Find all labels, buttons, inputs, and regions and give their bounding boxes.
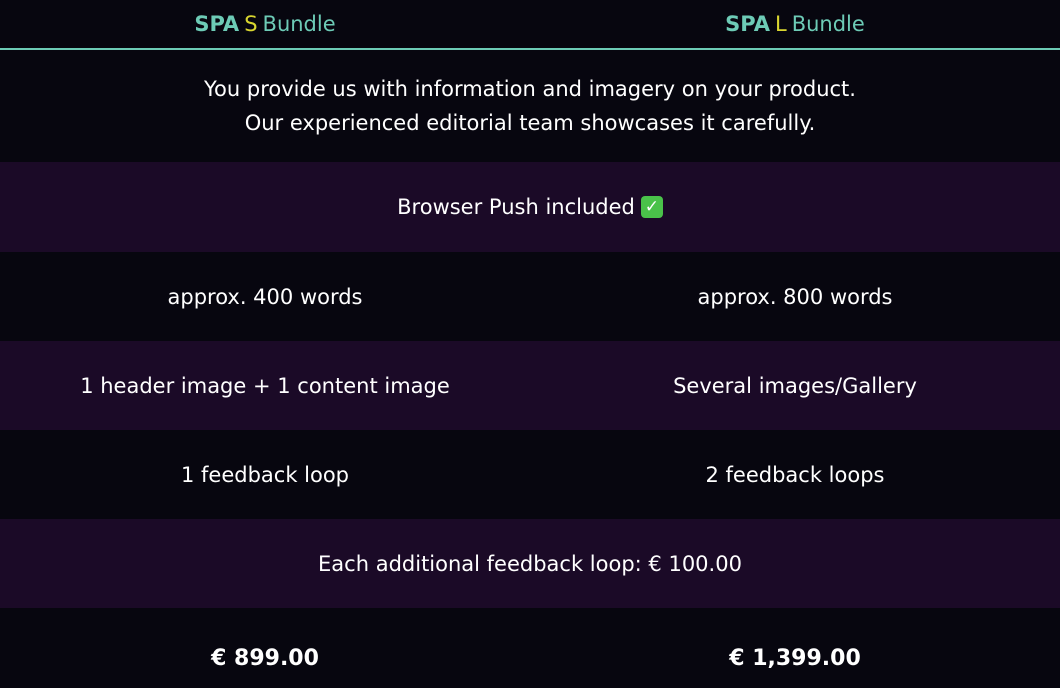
- additional-feedback-row: Each additional feedback loop: € 100.00: [0, 519, 1060, 608]
- feedback-l-cell: 2 feedback loops: [705, 462, 885, 487]
- description-line-2: Our experienced editorial team showcases…: [244, 111, 816, 135]
- header-bundle-label: Bundle: [262, 12, 336, 36]
- table-header: SPA S Bundle SPA L Bundle: [0, 0, 1060, 50]
- description-line-1: You provide us with information and imag…: [204, 77, 856, 101]
- browser-push-label: Browser Push included: [397, 195, 635, 219]
- feedback-s-cell: 1 feedback loop: [180, 462, 350, 487]
- browser-push-row: Browser Push included ✓: [0, 162, 1060, 252]
- header-spa-l-bundle: SPA L Bundle: [530, 0, 1060, 48]
- header-bundle-label: Bundle: [791, 12, 865, 36]
- words-l-cell: approx. 800 words: [697, 284, 893, 309]
- description-row: You provide us with information and imag…: [0, 50, 1060, 162]
- price-l-cell: € 1,399.00: [729, 646, 861, 671]
- header-size-label: S: [244, 12, 258, 36]
- price-s-cell: € 899.00: [211, 646, 319, 671]
- header-spa-s-bundle: SPA S Bundle: [0, 0, 530, 48]
- feedback-row: 1 feedback loop 2 feedback loops: [0, 430, 1060, 519]
- bundle-comparison-table: SPA S Bundle SPA L Bundle You provide us…: [0, 0, 1060, 688]
- images-row: 1 header image + 1 content image Several…: [0, 341, 1060, 430]
- images-l-cell: Several images/Gallery: [673, 373, 917, 398]
- words-row: approx. 400 words approx. 800 words: [0, 252, 1060, 341]
- images-s-cell: 1 header image + 1 content image: [80, 373, 450, 398]
- header-size-label: L: [775, 12, 787, 36]
- header-spa-label: SPA: [725, 12, 770, 36]
- words-s-cell: approx. 400 words: [167, 284, 363, 309]
- header-spa-label: SPA: [194, 12, 240, 36]
- price-row: € 899.00 € 1,399.00: [0, 608, 1060, 688]
- additional-feedback-label: Each additional feedback loop: € 100.00: [318, 551, 742, 576]
- check-box-icon: ✓: [640, 196, 663, 218]
